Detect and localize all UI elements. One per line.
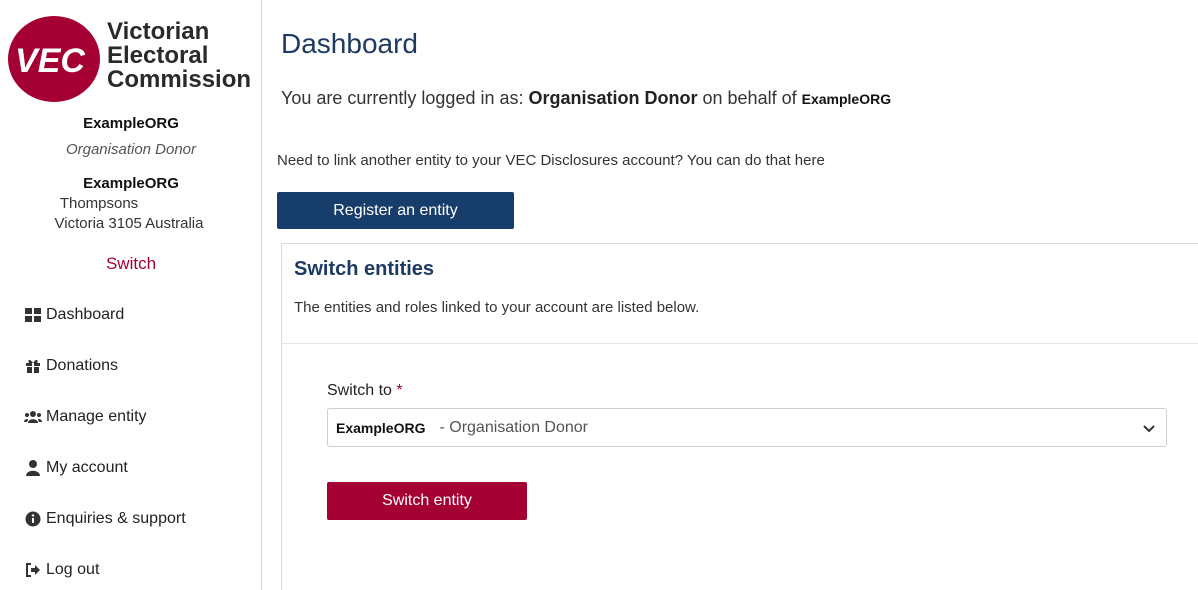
main-content: Dashboard You are currently logged in as… bbox=[263, 0, 1198, 590]
user-icon bbox=[24, 459, 42, 477]
address-line-1: Thompsons bbox=[59, 195, 139, 212]
card-subtitle: The entities and roles linked to your ac… bbox=[294, 299, 700, 316]
sidebar-nav: Dashboard Donations Manage entity My acc… bbox=[24, 305, 186, 590]
logged-role: Organisation Donor bbox=[528, 88, 698, 108]
field-label-text: Switch to bbox=[327, 382, 392, 399]
logo-line-1: Victorian bbox=[107, 18, 210, 45]
sidebar-item-enquiries-support[interactable]: Enquiries & support bbox=[24, 509, 186, 560]
logged-in-status: You are currently logged in as: Organisa… bbox=[281, 88, 891, 109]
sidebar-item-label: Log out bbox=[46, 561, 100, 578]
sidebar-item-my-account[interactable]: My account bbox=[24, 458, 186, 509]
logo-line-2: Electoral bbox=[107, 42, 209, 69]
switch-to-select[interactable]: ExampleORG - Organisation Donor bbox=[327, 408, 1167, 447]
sidebar-item-label: Manage entity bbox=[46, 408, 147, 425]
required-mark: * bbox=[396, 382, 403, 399]
switch-entities-card: Switch entities The entities and roles l… bbox=[281, 243, 1198, 590]
sign-out-icon bbox=[24, 561, 42, 579]
address-line-2: Victoria 3105 Australia bbox=[54, 215, 204, 232]
org-name: ExampleORG bbox=[83, 115, 179, 132]
sidebar-item-log-out[interactable]: Log out bbox=[24, 560, 186, 590]
vec-logo-mark: VEC bbox=[8, 16, 100, 102]
sidebar-item-dashboard[interactable]: Dashboard bbox=[24, 305, 186, 356]
info-circle-icon bbox=[24, 510, 42, 528]
sidebar: VEC Victorian Electoral Commission Examp… bbox=[0, 0, 262, 590]
switch-entity-button[interactable]: Switch entity bbox=[327, 482, 527, 520]
selected-role: - Organisation Donor bbox=[439, 418, 588, 436]
gift-icon bbox=[24, 357, 42, 375]
sidebar-item-manage-entity[interactable]: Manage entity bbox=[24, 407, 186, 458]
sidebar-item-label: My account bbox=[46, 459, 128, 476]
switch-to-label: Switch to * bbox=[327, 382, 403, 400]
page-title: Dashboard bbox=[281, 28, 418, 59]
sidebar-item-label: Enquiries & support bbox=[46, 510, 186, 527]
sidebar-item-label: Dashboard bbox=[46, 306, 125, 323]
address-name: ExampleORG bbox=[83, 175, 179, 192]
logo-line-3: Commission bbox=[107, 66, 252, 93]
logged-org: ExampleORG bbox=[801, 91, 892, 107]
sidebar-item-label: Donations bbox=[46, 357, 119, 374]
users-icon bbox=[24, 408, 42, 426]
logo-mark-text: VEC bbox=[15, 42, 85, 80]
sidebar-item-donations[interactable]: Donations bbox=[24, 356, 186, 407]
grid-icon bbox=[24, 306, 42, 324]
card-header: Switch entities The entities and roles l… bbox=[282, 244, 1198, 344]
register-entity-button[interactable]: Register an entity bbox=[277, 192, 514, 229]
logged-prefix: You are currently logged in as: bbox=[281, 88, 529, 108]
logo-wordmark: Victorian Electoral Commission bbox=[107, 20, 251, 92]
switch-link[interactable]: Switch bbox=[0, 254, 262, 274]
logged-middle: on behalf of bbox=[697, 88, 802, 108]
link-entity-prompt: Need to link another entity to your VEC … bbox=[277, 152, 825, 169]
chevron-down-icon bbox=[1143, 425, 1155, 433]
card-title: Switch entities bbox=[294, 258, 435, 280]
selected-org: ExampleORG bbox=[336, 419, 426, 436]
org-role: Organisation Donor bbox=[65, 141, 197, 158]
vec-logo[interactable]: VEC Victorian Electoral Commission bbox=[8, 16, 258, 106]
